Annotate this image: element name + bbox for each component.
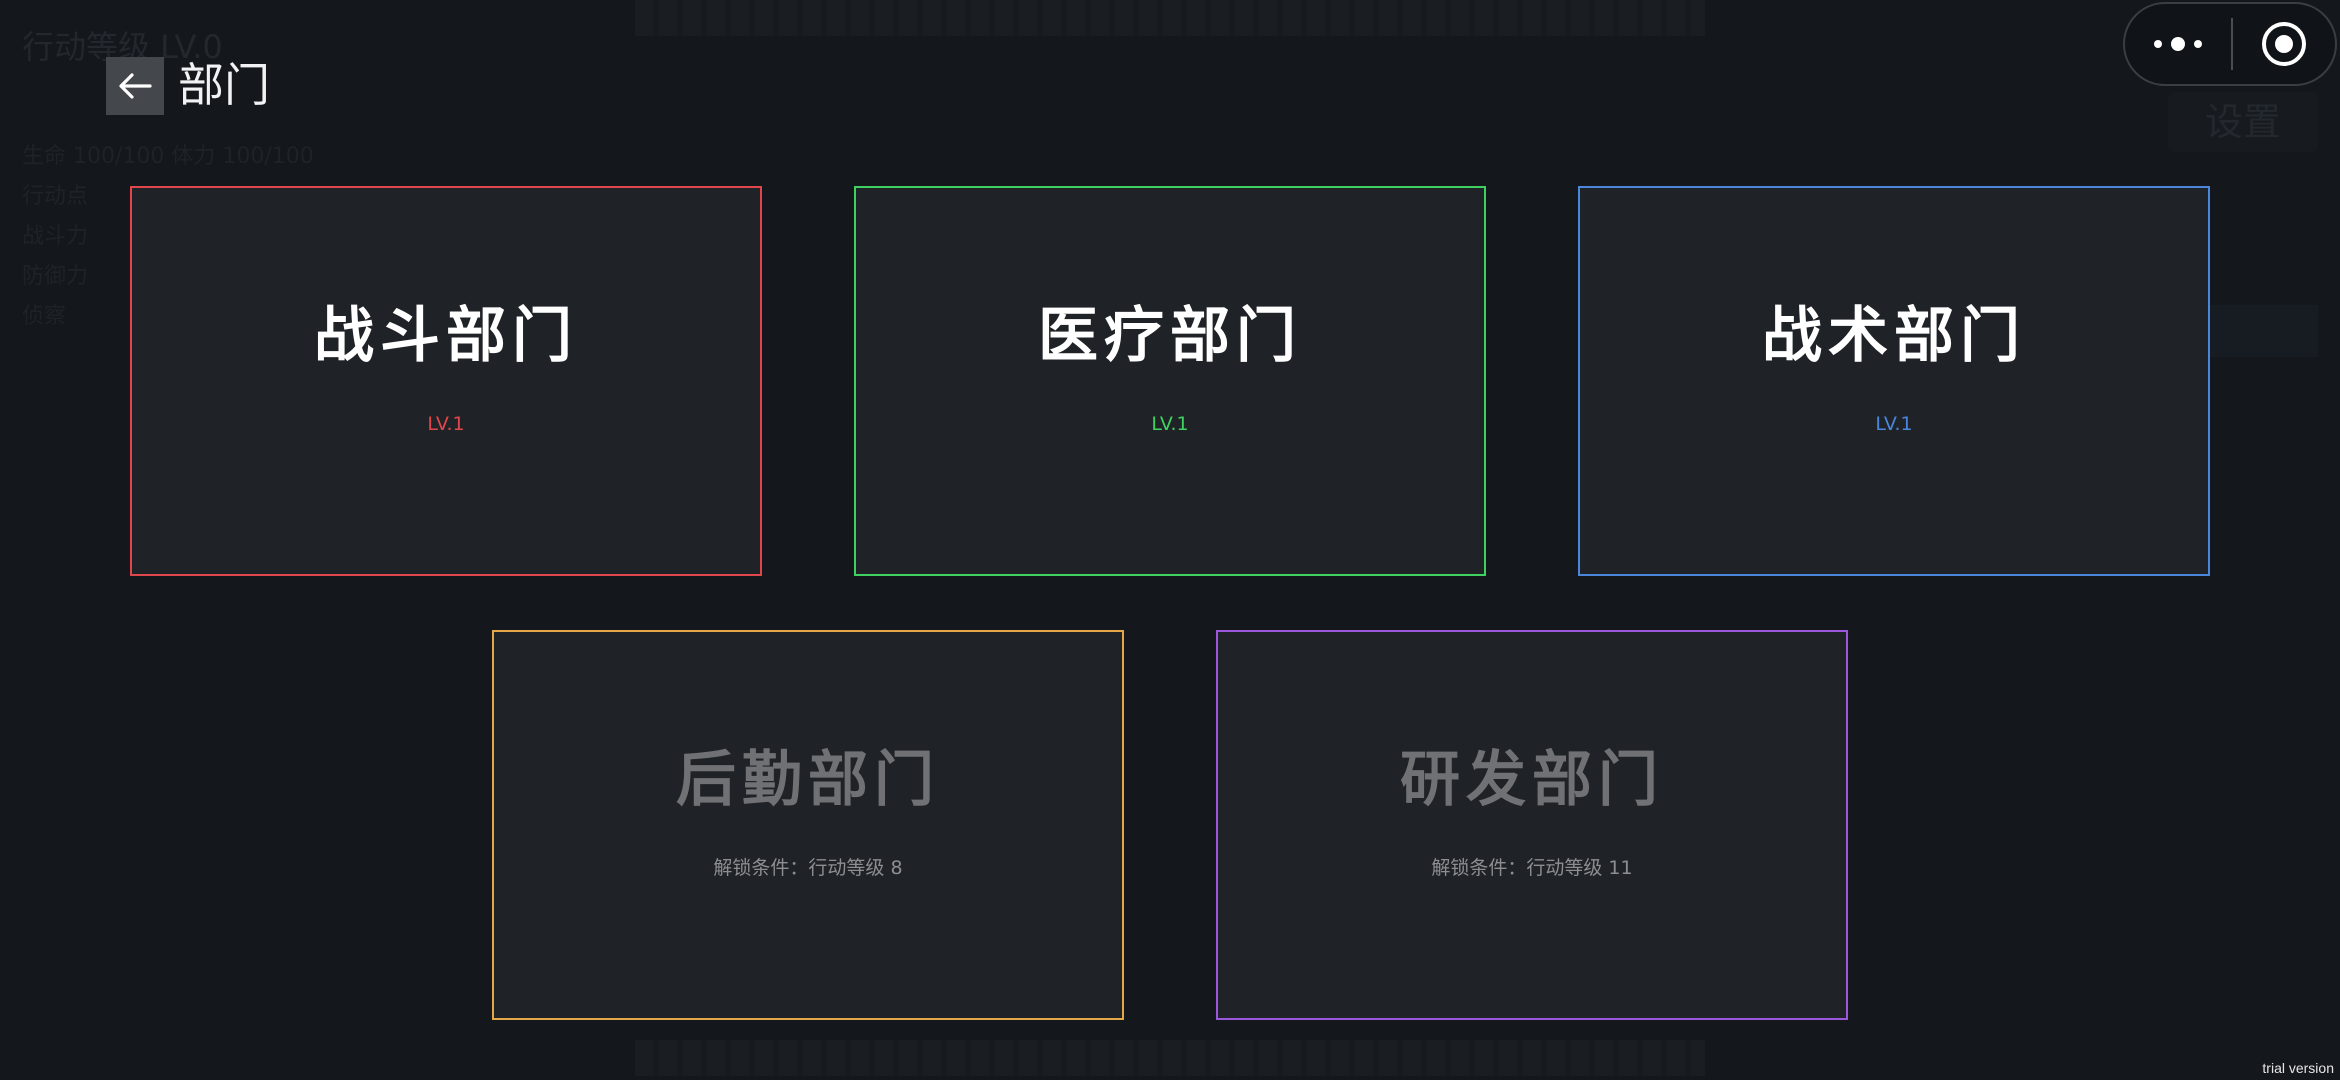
department-card-combat[interactable]: 战斗部门 LV.1 [130,186,762,576]
background-settings-button: 设置 [2168,92,2318,152]
target-circle-icon [2262,22,2306,66]
trial-watermark: trial version [2262,1060,2334,1076]
background-stat-line: 战斗力 [22,224,89,249]
unlock-condition: 解锁条件：行动等级 11 [1431,857,1633,879]
unlock-condition: 解锁条件：行动等级 8 [713,857,903,879]
department-name: 战术部门 [1762,301,2026,371]
close-button[interactable] [2233,4,2335,84]
background-pattern [635,0,1705,36]
arrow-left-icon [119,73,152,99]
more-button[interactable] [2125,4,2231,84]
department-card-medical[interactable]: 医疗部门 LV.1 [854,186,1486,576]
department-card-tactics[interactable]: 战术部门 LV.1 [1578,186,2210,576]
department-card-research[interactable]: 研发部门 解锁条件：行动等级 11 [1216,630,1848,1020]
department-name: 医疗部门 [1038,301,1302,371]
department-level: LV.1 [427,413,465,435]
background-pattern [635,1040,1705,1076]
department-card-logistics[interactable]: 后勤部门 解锁条件：行动等级 8 [492,630,1124,1020]
department-level: LV.1 [1875,413,1913,435]
background-stat-line: 防御力 [22,264,89,289]
back-button[interactable] [106,57,164,115]
mini-program-capsule [2123,2,2337,86]
more-dots-icon [2154,37,2202,51]
department-name: 战斗部门 [314,301,578,371]
page-title: 部门 [178,58,270,112]
department-name: 研发部门 [1400,745,1664,815]
background-stat-line: 侦察 [22,304,67,329]
department-level: LV.1 [1151,413,1189,435]
background-stat-line: 生命 100/100 体力 100/100 [22,144,314,169]
background-stat-line: 行动点 [22,184,89,209]
department-name: 后勤部门 [676,745,940,815]
